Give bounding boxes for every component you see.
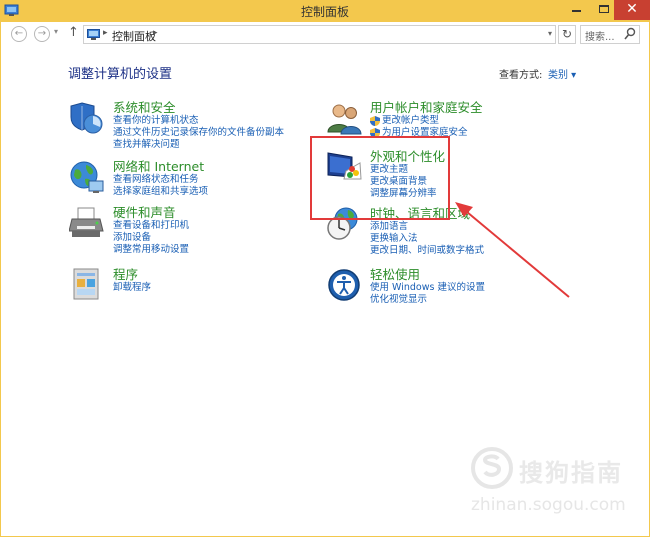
forward-button[interactable]: →: [34, 26, 50, 42]
programs-icon[interactable]: [69, 267, 105, 303]
control-panel-window: 控制面板 ✕ ← → ▾ ↑ ▸ 控制面板 ▸ ▾ ↻ 搜索... 调整计算机的…: [0, 0, 650, 537]
network-globe-icon[interactable]: [69, 159, 105, 195]
close-button[interactable]: ✕: [614, 0, 650, 20]
search-input[interactable]: 搜索...: [580, 25, 640, 44]
breadcrumb-chevron-icon[interactable]: ▸: [103, 28, 108, 38]
up-button[interactable]: ↑: [68, 25, 79, 40]
link-view-computer-status[interactable]: 查看你的计算机状态: [113, 115, 284, 127]
page-title: 调整计算机的设置: [68, 67, 173, 82]
link-devices-printers[interactable]: 查看设备和打印机: [113, 220, 189, 232]
printer-icon[interactable]: [69, 205, 105, 241]
watermark-brand: 搜狗指南: [519, 459, 623, 487]
link-homegroup-sharing[interactable]: 选择家庭组和共享选项: [113, 186, 208, 198]
recent-locations-dropdown-icon[interactable]: ▾: [54, 27, 58, 36]
control-panel-location-icon: [87, 29, 100, 40]
maximize-icon: [599, 5, 609, 13]
watermark: 搜狗指南 zhinan.sogou.com: [471, 447, 641, 522]
minimize-button[interactable]: [562, 0, 590, 20]
category-title[interactable]: 硬件和声音: [113, 205, 189, 220]
shield-computer-icon[interactable]: [69, 100, 105, 136]
minimize-icon: [572, 10, 581, 12]
category-body: 程序 卸载程序: [113, 267, 151, 294]
address-dropdown-icon[interactable]: ▾: [548, 29, 552, 38]
link-uninstall-program[interactable]: 卸载程序: [113, 282, 151, 294]
ease-of-access-icon[interactable]: [326, 267, 362, 303]
category-body: 网络和 Internet 查看网络状态和任务 选择家庭组和共享选项: [113, 159, 208, 198]
address-bar[interactable]: ▸ 控制面板 ▸ ▾: [83, 25, 556, 44]
view-by-dropdown[interactable]: 类别 ▾: [548, 66, 576, 81]
sogou-logo-icon: [471, 447, 513, 489]
close-icon: ✕: [626, 1, 638, 17]
window-title: 控制面板: [300, 5, 349, 19]
category-title[interactable]: 网络和 Internet: [113, 159, 208, 174]
category-body: 硬件和声音 查看设备和打印机 添加设备 调整常用移动设置: [113, 205, 189, 256]
refresh-button[interactable]: ↻: [558, 25, 576, 44]
annotation-highlight-box: [310, 136, 450, 220]
link-add-device[interactable]: 添加设备: [113, 232, 189, 244]
link-label: 更改帐户类型: [382, 115, 440, 126]
search-icon[interactable]: [624, 27, 636, 41]
category-title[interactable]: 系统和安全: [113, 100, 284, 115]
view-by-label: 查看方式:: [499, 70, 543, 81]
breadcrumb-chevron-icon[interactable]: ▸: [153, 28, 158, 38]
category-body: 用户帐户和家庭安全 更改帐户类型 为用户设置家庭安全: [370, 100, 483, 139]
client-area: ← → ▾ ↑ ▸ 控制面板 ▸ ▾ ↻ 搜索... 调整计算机的设置 查看方式…: [1, 22, 649, 536]
link-file-history-backup[interactable]: 通过文件历史记录保存你的文件备份副本: [113, 127, 284, 139]
link-troubleshoot[interactable]: 查找并解决问题: [113, 139, 284, 151]
category-title[interactable]: 用户帐户和家庭安全: [370, 100, 483, 115]
link-mobility-settings[interactable]: 调整常用移动设置: [113, 244, 189, 256]
annotation-arrow-icon: [455, 202, 570, 298]
search-placeholder: 搜索...: [585, 32, 615, 43]
category-title[interactable]: 程序: [113, 267, 151, 282]
back-button[interactable]: ←: [11, 26, 27, 42]
users-icon[interactable]: [326, 100, 362, 136]
title-bar[interactable]: 控制面板 ✕: [0, 0, 650, 22]
link-network-status[interactable]: 查看网络状态和任务: [113, 174, 208, 186]
link-change-account-type[interactable]: 更改帐户类型: [370, 115, 483, 127]
uac-shield-icon: [370, 116, 380, 126]
category-body: 系统和安全 查看你的计算机状态 通过文件历史记录保存你的文件备份副本 查找并解决…: [113, 100, 284, 151]
breadcrumb-control-panel[interactable]: 控制面板: [112, 28, 156, 44]
watermark-url: zhinan.sogou.com: [471, 495, 626, 515]
navigation-bar: ← → ▾ ↑ ▸ 控制面板 ▸ ▾ ↻ 搜索...: [1, 22, 649, 48]
